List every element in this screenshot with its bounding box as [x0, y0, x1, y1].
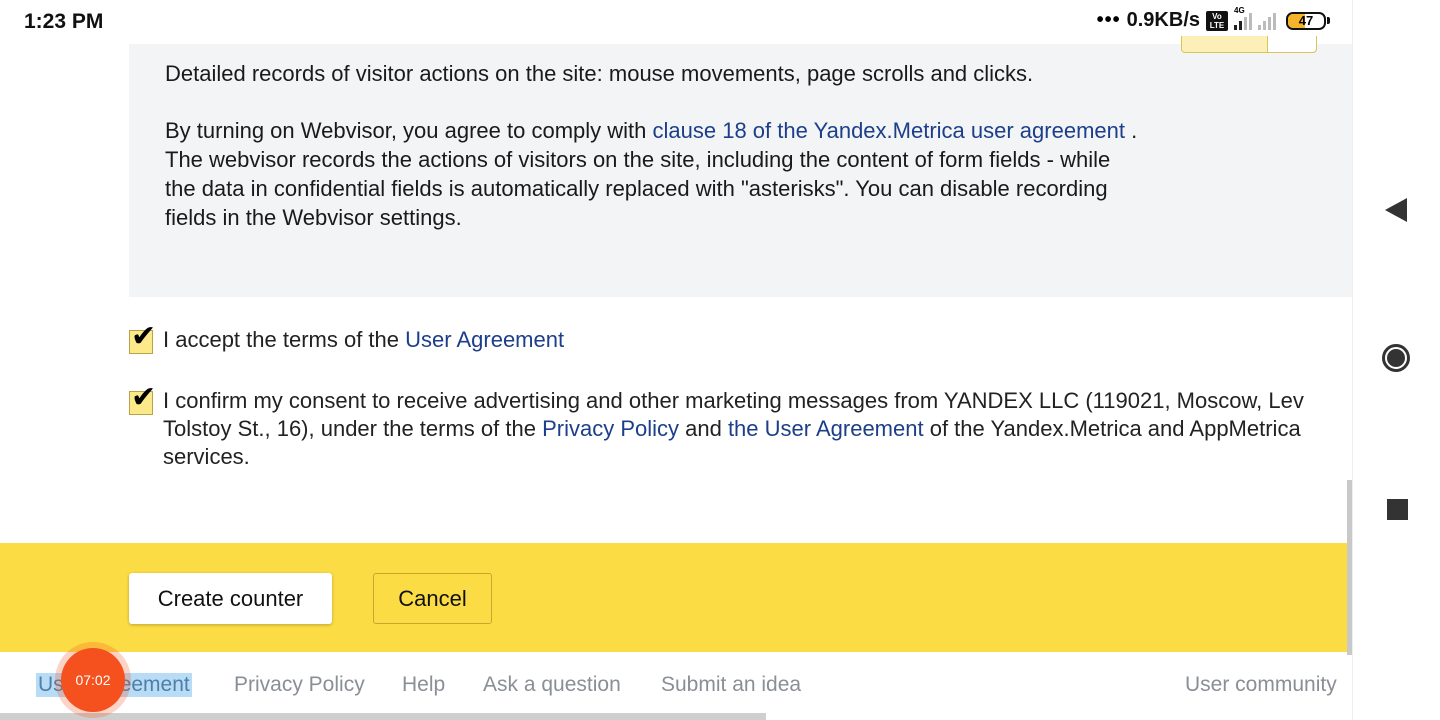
accept-terms-checkbox[interactable]: ✔ — [129, 322, 156, 354]
system-nav-bar — [1352, 0, 1440, 720]
the-user-agreement-link[interactable]: the User Agreement — [728, 416, 924, 441]
marketing-consent-row: ✔ I confirm my consent to receive advert… — [129, 383, 1353, 471]
webvisor-toggle[interactable] — [1181, 36, 1317, 53]
battery-level: 47 — [1298, 12, 1314, 28]
more-notifications-icon: ••• — [1096, 9, 1121, 31]
checkmark-icon: ✔ — [131, 320, 157, 353]
accept-terms-label: I accept the terms of the User Agreement — [163, 326, 564, 354]
user-agreement-link[interactable]: User Agreement — [405, 327, 564, 352]
footer-user-community-link[interactable]: User community — [1185, 673, 1337, 697]
screen-recorder-timer[interactable]: 07:02 — [61, 648, 125, 712]
marketing-consent-checkbox[interactable]: ✔ — [129, 383, 156, 415]
network-speed: 0.9KB/s — [1126, 9, 1200, 31]
footer-privacy-policy-link[interactable]: Privacy Policy — [234, 673, 365, 697]
create-counter-button[interactable]: Create counter — [129, 573, 332, 624]
footer: User Agreement Privacy Policy Help Ask a… — [0, 652, 1352, 720]
horizontal-scrollbar[interactable] — [0, 713, 766, 720]
accept-terms-row: ✔ I accept the terms of the User Agreeme… — [129, 322, 564, 354]
status-time: 1:23 PM — [24, 10, 104, 33]
footer-submit-idea-link[interactable]: Submit an idea — [661, 673, 801, 697]
footer-ask-question-link[interactable]: Ask a question — [483, 673, 621, 697]
checkmark-icon: ✔ — [131, 381, 157, 414]
privacy-policy-link[interactable]: Privacy Policy — [542, 416, 679, 441]
status-icons: ••• 0.9KB/s Vo LTE 4G 47 — [1096, 6, 1330, 32]
marketing-consent-and: and — [679, 416, 728, 441]
volte-icon: Vo LTE — [1206, 10, 1228, 31]
webvisor-description: Detailed records of visitor actions on t… — [165, 61, 1034, 86]
status-bar: 1:23 PM ••• 0.9KB/s Vo LTE 4G 47 — [0, 0, 1352, 44]
recent-apps-icon[interactable] — [1387, 499, 1408, 520]
accept-terms-text: I accept the terms of the — [163, 327, 406, 352]
battery-icon: 47 — [1286, 11, 1330, 30]
signal-strength-sim2-icon — [1258, 12, 1276, 30]
signal-strength-icon: 4G — [1234, 6, 1252, 30]
network-type: 4G — [1234, 5, 1245, 15]
back-icon[interactable] — [1385, 198, 1407, 222]
marketing-consent-label: I confirm my consent to receive advertis… — [163, 387, 1353, 471]
footer-help-link[interactable]: Help — [402, 673, 445, 697]
clause-18-link[interactable]: clause 18 of the Yandex.Metrica user agr… — [653, 118, 1125, 143]
home-icon[interactable] — [1382, 344, 1410, 372]
webvisor-terms-text: By turning on Webvisor, you agree to com… — [165, 116, 1145, 232]
cancel-button[interactable]: Cancel — [373, 573, 492, 624]
webvisor-terms-before: By turning on Webvisor, you agree to com… — [165, 118, 653, 143]
